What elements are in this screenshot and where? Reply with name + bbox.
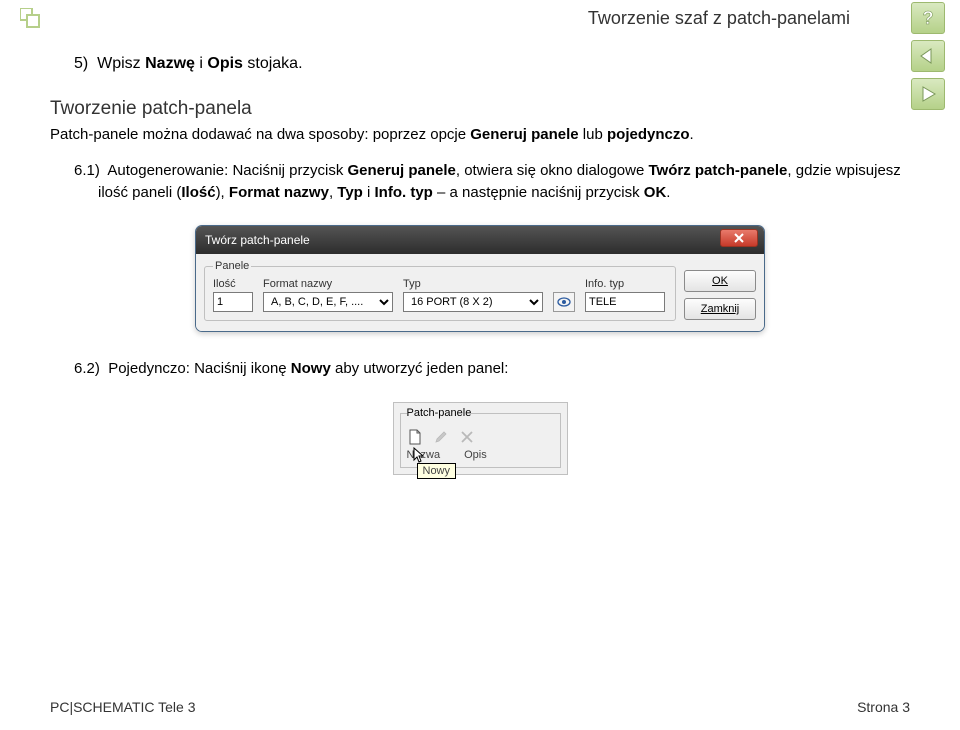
dialog-titlebar: Twórz patch-panele	[196, 226, 764, 254]
nav-next-button[interactable]	[911, 78, 945, 110]
edit-icon[interactable]	[433, 429, 449, 445]
snippet-legend: Patch-panele	[407, 407, 472, 419]
dialog-title-text: Twórz patch-panele	[205, 233, 310, 247]
page-breadcrumb: Tworzenie szaf z patch-panelami	[588, 8, 850, 29]
page-footer: PC|SCHEMATIC Tele 3 Strona 3	[50, 699, 910, 715]
dialog-zamknij-button[interactable]: Zamknij	[684, 298, 756, 320]
new-icon[interactable]	[407, 429, 423, 445]
create-patch-panels-dialog: Twórz patch-panele Panele Ilość Format n…	[195, 225, 765, 332]
footer-left: PC|SCHEMATIC Tele 3	[50, 699, 196, 715]
svg-text:?: ?	[923, 8, 934, 28]
step-6-2: 6.2) Pojedynczo: Naciśnij ikonę Nowy aby…	[74, 358, 910, 380]
col-opis: Opis	[464, 449, 487, 461]
info-label: Info. typ	[585, 278, 665, 290]
info-input[interactable]	[585, 292, 665, 312]
dialog-ok-button[interactable]: OK	[684, 270, 756, 292]
delete-icon[interactable]	[459, 429, 475, 445]
nav-buttons: ?	[911, 2, 945, 110]
help-button[interactable]: ?	[911, 2, 945, 34]
tooltip-nowy: Nowy	[417, 463, 457, 479]
format-select[interactable]: A, B, C, D, E, F, ....	[263, 292, 393, 312]
ilosc-label: Ilość	[213, 278, 253, 290]
nav-prev-button[interactable]	[911, 40, 945, 72]
footer-right: Strona 3	[857, 699, 910, 715]
typ-label: Typ	[403, 278, 543, 290]
doc-corner-icon	[20, 8, 42, 30]
fieldset-legend-panele: Panele	[213, 260, 251, 272]
ilosc-input[interactable]	[213, 292, 253, 312]
step-5: 5) Wpisz Nazwę i Opis stojaka.	[74, 55, 910, 73]
step-6-1: 6.1) Autogenerowanie: Naciśnij przycisk …	[74, 160, 910, 204]
format-label: Format nazwy	[263, 278, 393, 290]
patch-panele-snippet: Patch-panele Nazwa Opis Nowy	[393, 402, 568, 475]
section-title: Tworzenie patch-panela	[50, 98, 910, 120]
dialog-close-button[interactable]	[720, 229, 758, 247]
preview-eye-button[interactable]	[553, 292, 575, 312]
typ-select[interactable]: 16 PORT (8 X 2)	[403, 292, 543, 312]
section-intro: Patch-panele można dodawać na dwa sposob…	[50, 124, 910, 146]
